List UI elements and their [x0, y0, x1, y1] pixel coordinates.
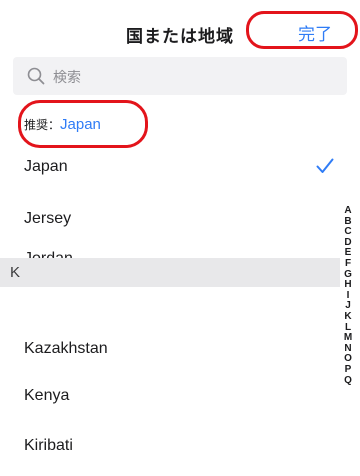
index-letter-a[interactable]: A	[336, 205, 360, 217]
list-item-kenya[interactable]: Kenya	[0, 372, 340, 424]
recommend-link-japan[interactable]: Japan	[60, 116, 101, 133]
list-item-kiribati[interactable]: Kiribati	[0, 424, 340, 476]
section-header-k: K	[0, 258, 340, 287]
search-input[interactable]	[51, 64, 335, 90]
done-button[interactable]: 完了	[298, 20, 332, 45]
index-letter-p[interactable]: P	[336, 364, 360, 376]
search-bar[interactable]	[13, 57, 347, 95]
list-item-label: Japan	[24, 158, 68, 175]
search-icon	[27, 67, 45, 85]
list-item-label: Kazakhstan	[24, 340, 108, 357]
index-letter-f[interactable]: F	[336, 258, 360, 270]
list-item-label: Kiribati	[24, 437, 73, 454]
list-item-label: Jersey	[24, 210, 72, 227]
index-letter-q[interactable]: Q	[336, 375, 360, 387]
list-item-kazakhstan[interactable]: Kazakhstan	[0, 320, 340, 372]
recommended-country: 推奨：Japan	[24, 116, 101, 133]
section-header-label: K	[10, 264, 21, 281]
list-item-jersey[interactable]: Jersey	[0, 194, 340, 246]
index-letter-k[interactable]: K	[336, 311, 360, 323]
list-item-japan[interactable]: Japan	[0, 142, 340, 194]
list-item-label: Kenya	[24, 387, 70, 404]
alphabet-index-bar[interactable]: A B C D E F G H I J K L M N O P Q	[336, 205, 360, 387]
checkmark-icon	[316, 158, 334, 173]
recommend-label: 推奨：	[24, 118, 61, 132]
navigation-header: 国または地域 完了	[0, 0, 360, 54]
